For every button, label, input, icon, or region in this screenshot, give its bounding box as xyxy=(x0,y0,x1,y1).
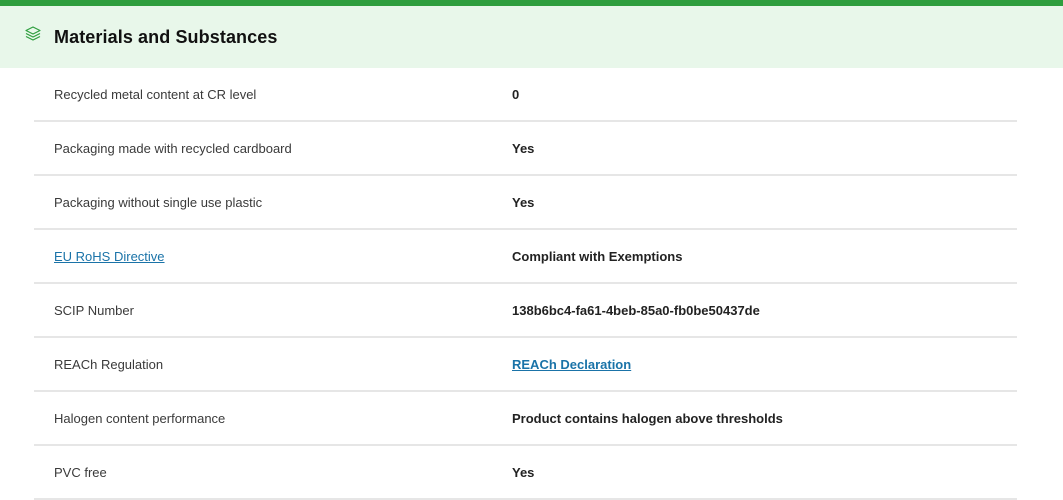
layers-icon xyxy=(22,23,44,45)
property-list: Recycled metal content at CR level 0 Pac… xyxy=(34,68,1017,500)
property-label: REACh Regulation xyxy=(54,356,164,372)
property-label: Halogen content performance xyxy=(54,410,226,426)
property-row: Packaging without single use plastic Yes xyxy=(34,176,1017,230)
property-value: Product contains halogen above threshold… xyxy=(512,410,783,426)
property-value: Yes xyxy=(512,464,535,480)
property-label: Packaging without single use plastic xyxy=(54,194,263,210)
property-value: Yes xyxy=(512,140,535,156)
reach-declaration-link[interactable]: REACh Declaration xyxy=(512,357,631,372)
property-row: REACh Regulation REACh Declaration xyxy=(34,338,1017,392)
materials-substances-panel: Materials and Substances Recycled metal … xyxy=(0,0,1063,500)
property-row: EU RoHS Directive Compliant with Exempti… xyxy=(34,230,1017,284)
property-row: SCIP Number 138b6bc4-fa61-4beb-85a0-fb0b… xyxy=(34,284,1017,338)
property-label-cell: EU RoHS Directive xyxy=(34,249,512,264)
property-value: 0 xyxy=(512,86,520,102)
property-label: PVC free xyxy=(54,464,107,480)
section-title: Materials and Substances xyxy=(54,26,278,47)
property-label: SCIP Number xyxy=(54,302,134,318)
property-row: PVC free Yes xyxy=(34,446,1017,500)
property-row: Halogen content performance Product cont… xyxy=(34,392,1017,446)
property-value: Yes xyxy=(512,194,535,210)
property-label: Recycled metal content at CR level xyxy=(54,86,257,102)
property-value-cell: REACh Declaration xyxy=(512,357,631,372)
property-row: Recycled metal content at CR level 0 xyxy=(34,68,1017,122)
section-header[interactable]: Materials and Substances xyxy=(0,6,1063,68)
eu-rohs-directive-link[interactable]: EU RoHS Directive xyxy=(54,249,165,264)
property-label: Packaging made with recycled cardboard xyxy=(54,140,292,156)
scip-number-value: 138b6bc4-fa61-4beb-85a0-fb0be50437de xyxy=(512,302,760,318)
property-value: Compliant with Exemptions xyxy=(512,248,683,264)
property-row: Packaging made with recycled cardboard Y… xyxy=(34,122,1017,176)
